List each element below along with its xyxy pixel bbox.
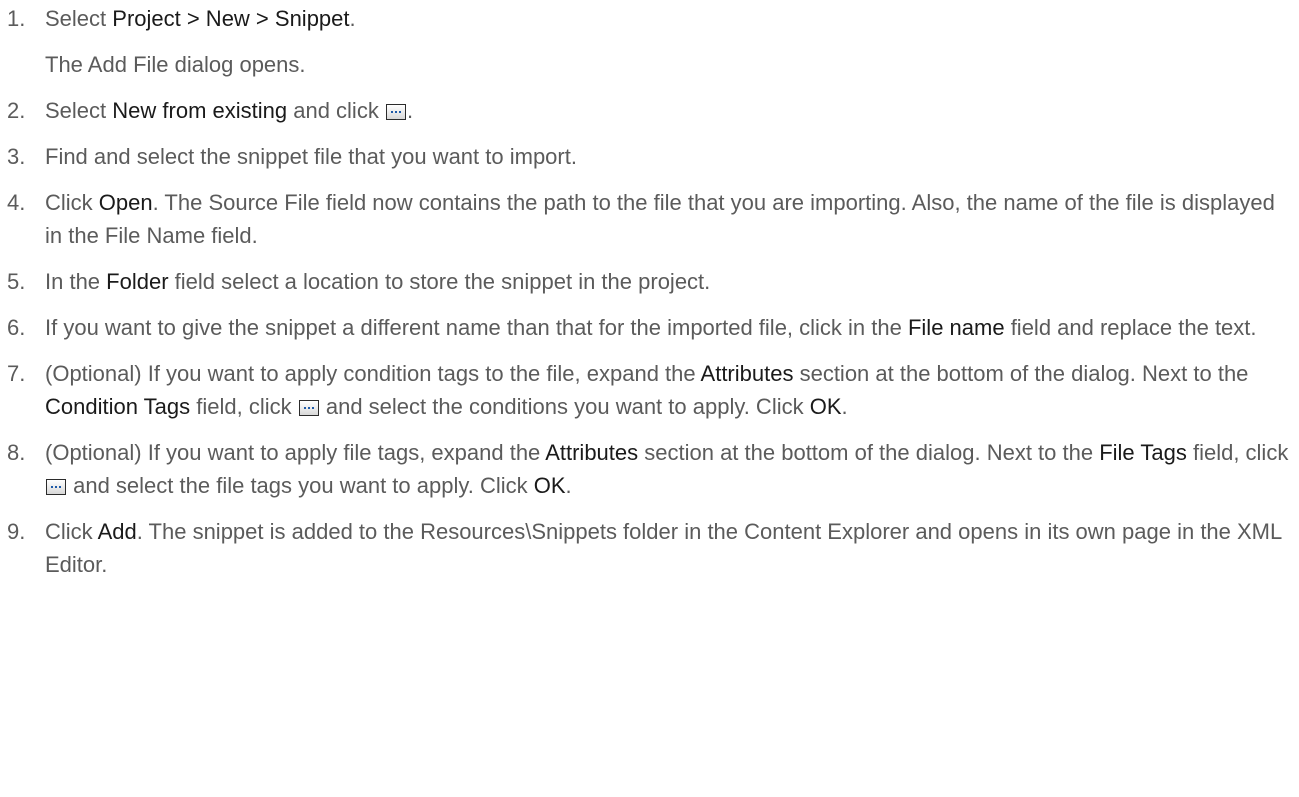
button-name: Open (98, 190, 153, 215)
ellipsis-button-icon (298, 400, 319, 416)
step-text: . (349, 6, 356, 31)
step-text: field, click (1186, 440, 1289, 465)
step-1: 1. Select Project > New > Snippet. The A… (0, 2, 1299, 81)
field-name: File Tags (1099, 440, 1187, 465)
option-name: New from existing (112, 98, 288, 123)
ellipsis-button-icon (46, 479, 66, 495)
button-name: OK (533, 473, 566, 498)
step-3: 3. Find and select the snippet file that… (0, 140, 1299, 173)
step-7: 7. (Optional) If you want to apply condi… (0, 357, 1299, 423)
step-text: and select the conditions you want to ap… (319, 394, 810, 419)
step-text: section at the bottom of the dialog. Nex… (793, 361, 1249, 386)
step-text: If you want to give the snippet a differ… (45, 315, 908, 340)
step-number: 2. (7, 98, 26, 123)
menu-path: Project > New > Snippet (112, 6, 350, 31)
step-text: (Optional) If you want to apply conditio… (45, 361, 701, 386)
button-name: Add (97, 519, 137, 544)
step-number: 7. (7, 361, 26, 386)
step-text: field select a location to store the sni… (168, 269, 711, 294)
ellipsis-button-icon (385, 104, 406, 120)
step-8: 8. (Optional) If you want to apply file … (0, 436, 1299, 502)
field-name: Folder (106, 269, 169, 294)
step-text: . The Source File field now contains the… (45, 190, 1275, 248)
step-text: . The snippet is added to the Resources\… (45, 519, 1282, 577)
step-text: field, click (190, 394, 298, 419)
step-text: and select the file tags you want to app… (67, 473, 534, 498)
step-text: . (406, 98, 414, 123)
field-name: Condition Tags (45, 394, 191, 419)
step-4: 4. Click Open. The Source File field now… (0, 186, 1299, 252)
step-number: 1. (7, 6, 26, 31)
section-name: Attributes (545, 440, 639, 465)
step-text: Click (45, 519, 98, 544)
field-name: File name (907, 315, 1005, 340)
step-result-text: The Add File dialog opens. (45, 52, 306, 77)
step-6: 6. If you want to give the snippet a dif… (0, 311, 1299, 344)
step-number: 5. (7, 269, 26, 294)
step-text: Select (45, 98, 113, 123)
step-2: 2. Select New from existing and click . (0, 94, 1299, 127)
step-number: 9. (7, 519, 26, 544)
button-name: OK (809, 394, 842, 419)
step-text: and click (287, 98, 385, 123)
step-text: field and replace the text. (1004, 315, 1257, 340)
step-9: 9. Click Add. The snippet is added to th… (0, 515, 1299, 581)
step-text: section at the bottom of the dialog. Nex… (638, 440, 1100, 465)
step-text: In the (45, 269, 107, 294)
step-text: (Optional) If you want to apply file tag… (45, 440, 546, 465)
step-number: 3. (7, 144, 26, 169)
step-text: Select (45, 6, 113, 31)
step-text: . (565, 473, 572, 498)
step-text: . (841, 394, 848, 419)
section-name: Attributes (700, 361, 794, 386)
step-5: 5. In the Folder field select a location… (0, 265, 1299, 298)
step-text: Click (45, 190, 99, 215)
step-text: Find and select the snippet file that yo… (45, 144, 577, 169)
step-number: 4. (7, 190, 26, 215)
step-number: 8. (7, 440, 26, 465)
procedure-document: 1. Select Project > New > Snippet. The A… (0, 0, 1299, 581)
step-number: 6. (7, 315, 26, 340)
